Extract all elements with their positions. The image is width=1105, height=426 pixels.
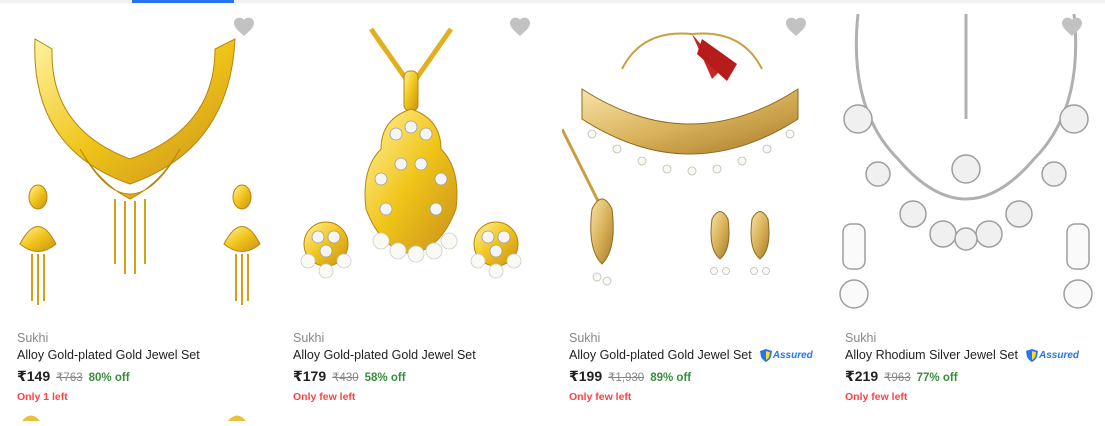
selling-price: ₹149 [17,368,51,384]
shield-icon [759,348,772,362]
assured-badge: Assured [759,348,813,362]
stock-status: Only 1 left [17,391,68,403]
stock-status: Only few left [569,391,632,403]
product-brand: Sukhi [569,331,601,345]
next-row-image-peek [22,408,40,421]
shield-icon [1026,348,1038,362]
price-row: ₹219 ₹963 77% off [845,368,958,385]
original-price: ₹1,930 [608,372,645,384]
wishlist-heart-icon[interactable] [1060,15,1084,39]
original-price: ₹763 [56,372,83,384]
product-grid: Sukhi Alloy Gold-plated Gold Jewel Set ₹… [0,3,1105,419]
product-title[interactable]: Alloy Rhodium Silver Jewel Set Assured [845,348,1079,362]
assured-label: Assured [1039,349,1080,361]
price-row: ₹179 ₹430 58% off [293,368,406,385]
discount-label: 89% off [650,372,692,384]
selling-price: ₹199 [569,368,603,384]
product-title[interactable]: Alloy Gold-plated Gold Jewel Set [293,348,476,362]
product-brand: Sukhi [293,331,325,345]
selling-price: ₹219 [845,368,879,384]
product-title-text[interactable]: Alloy Gold-plated Gold Jewel Set [569,348,752,362]
product-brand: Sukhi [845,331,877,345]
wishlist-heart-icon[interactable] [232,15,256,39]
product-card[interactable]: Sukhi Alloy Gold-plated Gold Jewel Set A… [552,3,828,419]
wishlist-heart-icon[interactable] [508,15,532,39]
gold-necklace-set-image[interactable] [10,9,266,315]
original-price: ₹430 [332,372,359,384]
stock-status: Only few left [845,391,908,403]
product-card[interactable]: Sukhi Alloy Rhodium Silver Jewel Set Ass… [828,3,1104,419]
selling-price: ₹179 [293,368,327,384]
product-title-text[interactable]: Alloy Gold-plated Gold Jewel Set [293,348,476,362]
discount-label: 80% off [88,372,130,384]
stock-status: Only few left [293,391,356,403]
price-row: ₹149 ₹763 80% off [17,368,130,385]
product-card[interactable]: Sukhi Alloy Gold-plated Gold Jewel Set ₹… [0,3,276,419]
product-brand: Sukhi [17,331,49,345]
product-title-text[interactable]: Alloy Gold-plated Gold Jewel Set [17,348,200,362]
wishlist-heart-icon[interactable] [784,15,808,39]
silver-necklace-set-image[interactable] [838,9,1094,315]
product-title[interactable]: Alloy Gold-plated Gold Jewel Set [17,348,200,362]
gold-pendant-set-image[interactable] [286,9,542,315]
original-price: ₹963 [884,372,911,384]
assured-badge: Assured [1026,348,1080,362]
discount-label: 58% off [364,372,406,384]
price-row: ₹199 ₹1,930 89% off [569,368,691,385]
discount-label: 77% off [916,372,958,384]
gold-choker-set-image[interactable] [562,9,818,315]
next-row-image-peek [228,408,246,421]
assured-label: Assured [772,349,813,361]
product-title-text[interactable]: Alloy Rhodium Silver Jewel Set [845,348,1018,362]
product-card[interactable]: Sukhi Alloy Gold-plated Gold Jewel Set ₹… [276,3,552,419]
product-title[interactable]: Alloy Gold-plated Gold Jewel Set Assured [569,348,813,362]
